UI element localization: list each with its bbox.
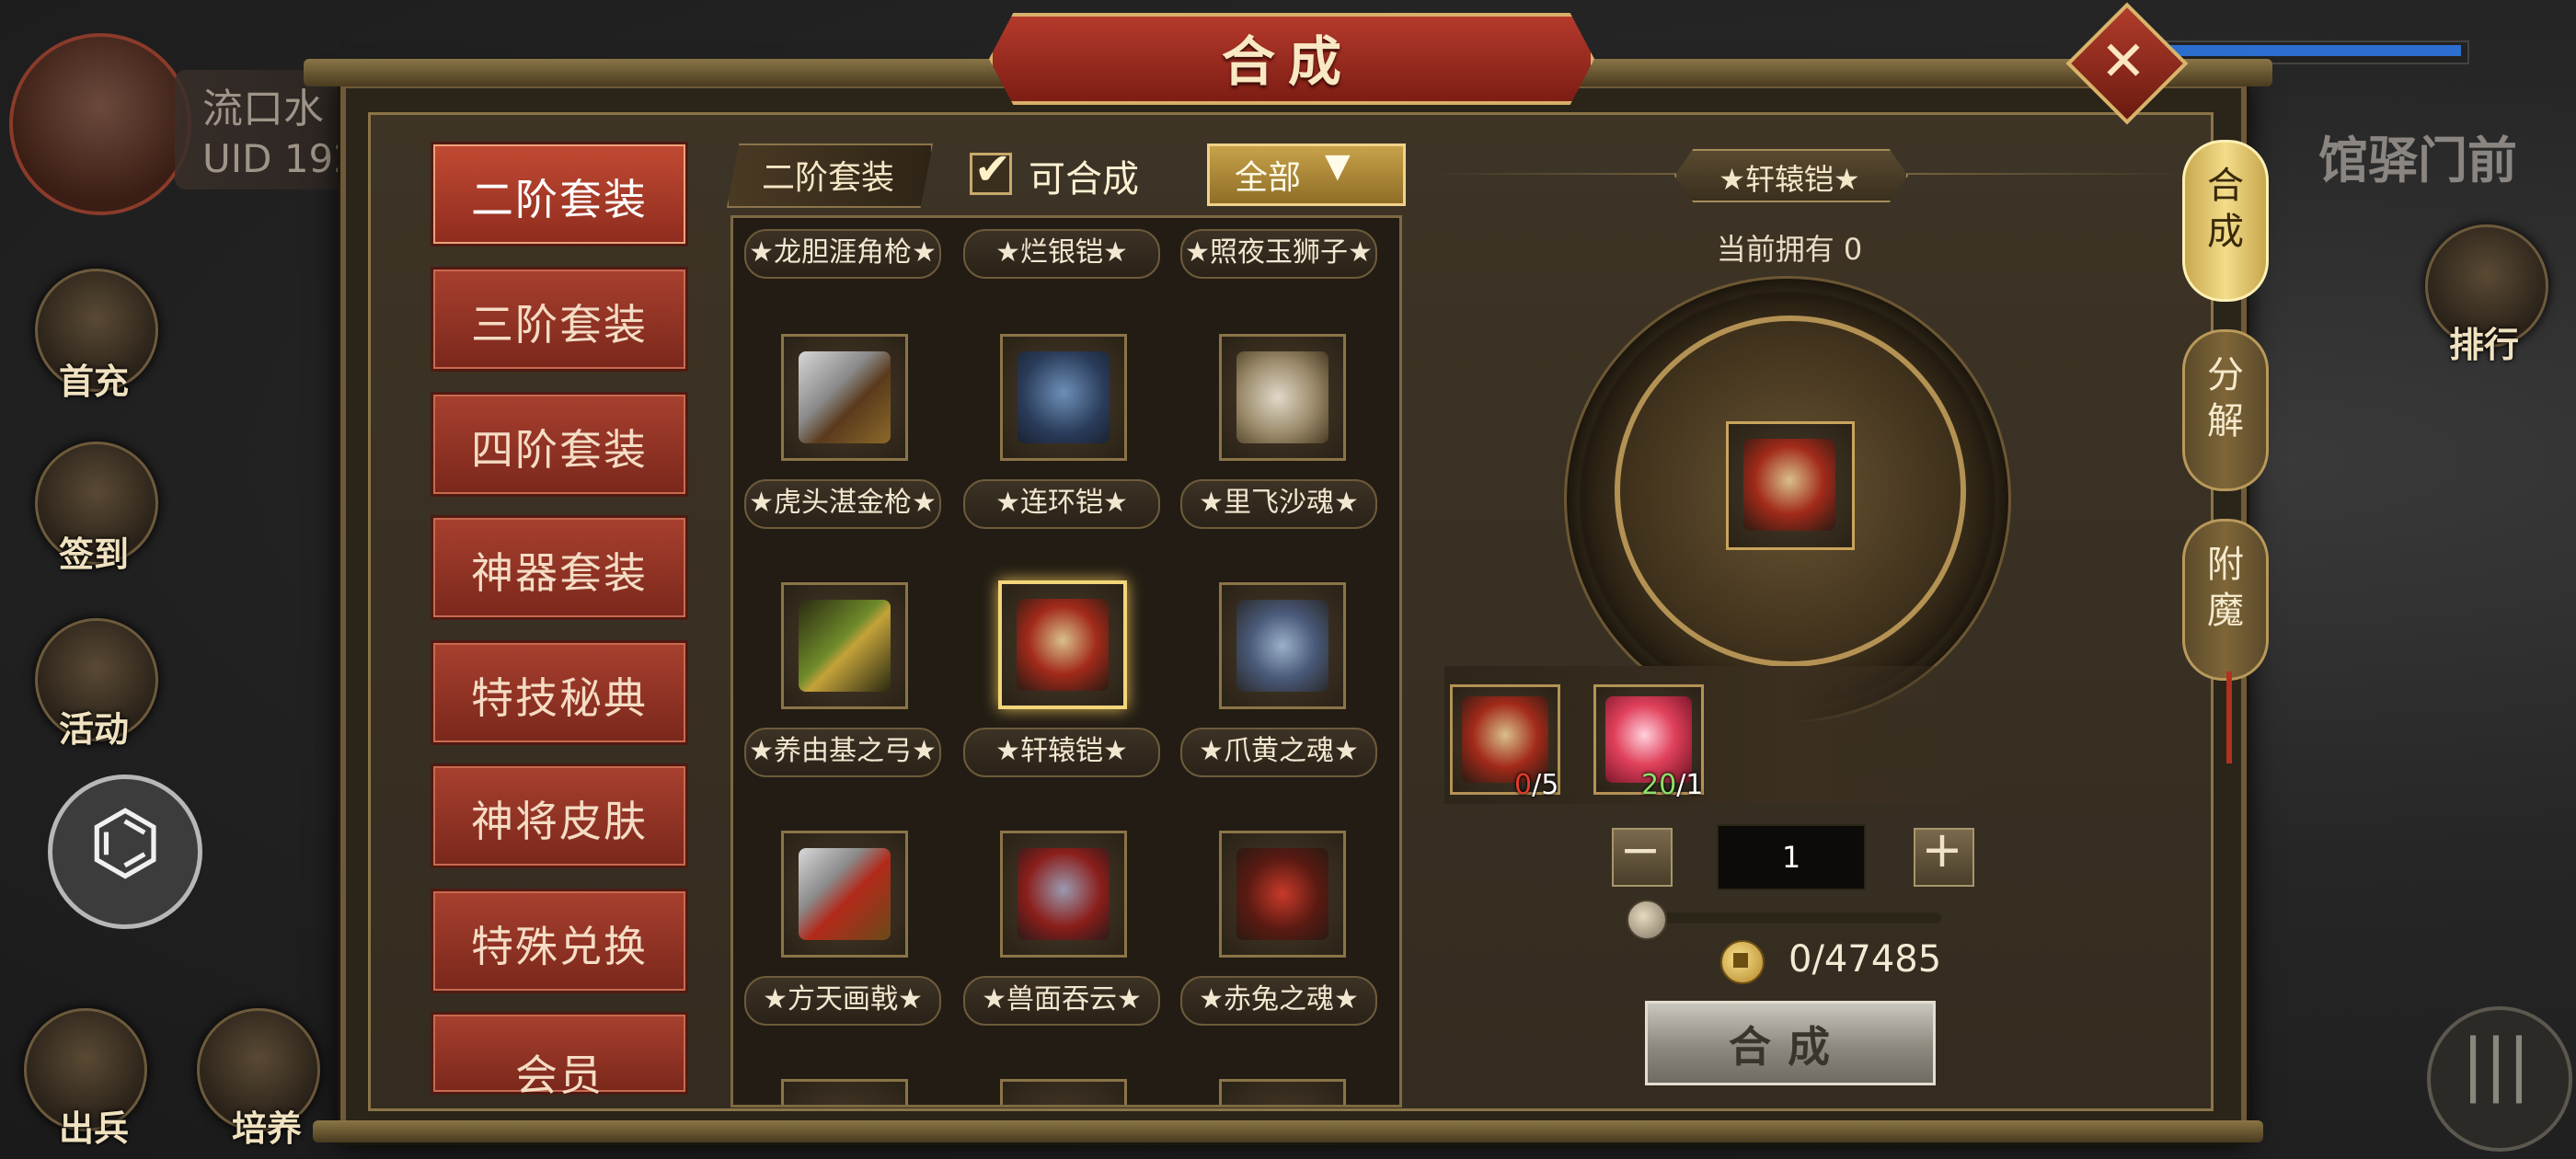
category-label: 会员 — [515, 1050, 604, 1100]
item-slot[interactable] — [1000, 1079, 1127, 1105]
minus-icon[interactable]: − — [1612, 820, 1669, 878]
side-tab-text: 附魔 — [2207, 544, 2244, 632]
plus-icon[interactable]: + — [1914, 820, 1971, 878]
close-icon[interactable]: ✕ — [2084, 24, 2163, 103]
item-name-label[interactable]: ★龙胆涯角枪★ — [744, 229, 941, 279]
item-name-label[interactable]: ★赤兔之魂★ — [1180, 976, 1377, 1026]
category-vip[interactable]: 会员 — [431, 1012, 688, 1100]
item-name-label[interactable]: ★养由基之弓★ — [744, 728, 941, 777]
dialog-title: 合成 — [1221, 30, 1354, 93]
category-special-exchange[interactable]: 特殊兑换 — [431, 889, 688, 993]
material-have: 0 — [1514, 769, 1533, 801]
item-slot[interactable] — [1219, 582, 1346, 709]
side-tab-text: 分解 — [2207, 354, 2244, 442]
armor-icon — [1018, 848, 1110, 940]
chevron-down-icon[interactable]: ▼ — [1325, 147, 1351, 185]
horse-icon — [1236, 848, 1328, 940]
side-tab-text: 合成 — [2207, 165, 2244, 253]
category-label: 四阶套装 — [471, 425, 648, 475]
category-general-skin[interactable]: 神将皮肤 — [431, 763, 688, 868]
item-slot[interactable] — [781, 582, 908, 709]
material-count: 0/5 — [1514, 769, 1558, 801]
cube-icon: ⌬ — [87, 793, 163, 891]
quantity-input[interactable]: 1 — [1717, 824, 1866, 890]
hud-label-checkin: 签到 — [58, 534, 129, 575]
category-artifact-set[interactable]: 神器套装 — [431, 515, 688, 620]
material-count: 20/1 — [1641, 769, 1703, 801]
side-tab-synthesis[interactable]: 合成 — [2182, 140, 2269, 302]
top-progress-fill — [2157, 45, 2461, 56]
hud-label-first-recharge: 首充 — [58, 361, 129, 402]
item-slot[interactable] — [781, 831, 908, 958]
item-name-label[interactable]: ★连环铠★ — [963, 479, 1160, 529]
category-label: 神将皮肤 — [471, 797, 648, 846]
item-name-label[interactable]: ★轩辕铠★ — [963, 728, 1160, 777]
item-slot-selected[interactable] — [998, 580, 1127, 709]
item-slot[interactable] — [1000, 334, 1127, 461]
item-slot[interactable] — [1000, 831, 1127, 958]
item-slot[interactable] — [781, 1079, 908, 1105]
bow-icon — [799, 600, 891, 692]
armor-icon — [1018, 351, 1110, 443]
armor-icon — [1017, 599, 1109, 691]
item-name-label[interactable]: ★爪黄之魂★ — [1180, 728, 1377, 777]
craft-button-label[interactable]: 合成 — [1645, 1014, 1930, 1074]
horse-icon — [1236, 600, 1328, 692]
dialog-bottom-rail — [313, 1120, 2263, 1142]
item-name-label[interactable]: ★方天画戟★ — [744, 976, 941, 1026]
hud-label-deploy: 出兵 — [58, 1108, 129, 1149]
side-tab-decompose[interactable]: 分解 — [2182, 329, 2269, 491]
item-slot[interactable] — [1219, 1079, 1346, 1105]
item-name-label[interactable]: ★兽面吞云★ — [963, 976, 1160, 1026]
category-skill-book[interactable]: 特技秘典 — [431, 640, 688, 745]
hud-label-ranking: 排行 — [2448, 325, 2519, 365]
category-label: 特技秘典 — [471, 673, 648, 723]
quantity-slider-handle[interactable] — [1627, 900, 1667, 940]
item-slot[interactable] — [1219, 334, 1346, 461]
category-label: 二阶套装 — [471, 175, 648, 224]
armor-icon — [1743, 439, 1835, 531]
side-tab-label: 分解 — [2185, 352, 2266, 444]
craftable-checkbox-label[interactable]: 可合成 — [1029, 149, 1139, 202]
check-icon[interactable]: ✔ — [970, 143, 1016, 195]
halberd-icon — [799, 848, 891, 940]
item-name-label[interactable]: ★烂银铠★ — [963, 229, 1160, 279]
item-name-label[interactable]: ★里飞沙魂★ — [1180, 479, 1377, 529]
item-slot[interactable] — [1219, 831, 1346, 958]
category-tier4-set[interactable]: 四阶套装 — [431, 392, 688, 497]
item-name-label[interactable]: ★照夜玉狮子★ — [1180, 229, 1377, 279]
side-tab-label: 附魔 — [2185, 542, 2266, 634]
side-tab-label: 合成 — [2185, 163, 2266, 255]
category-tier3-set[interactable]: 三阶套装 — [431, 267, 688, 372]
category-label: 神器套装 — [471, 548, 648, 598]
player-avatar[interactable] — [9, 33, 191, 215]
synthesis-cost: 0/47485 — [1788, 938, 1942, 981]
result-item-slot[interactable] — [1726, 421, 1855, 550]
quantity-slider-track[interactable] — [1641, 912, 1941, 924]
item-slot[interactable] — [781, 334, 908, 461]
material-need: /1 — [1676, 769, 1704, 801]
coin-icon-hole — [1733, 953, 1748, 968]
category-label: 三阶套装 — [471, 300, 648, 350]
selected-item-title: ★轩辕铠★ — [1719, 162, 1860, 197]
map-location-title: 馆驿门前 — [2318, 132, 2517, 189]
menu-icon: ||| — [2461, 1025, 2531, 1104]
category-tier2-set[interactable]: 二阶套装 — [431, 142, 688, 247]
side-tab-enchant[interactable]: 附魔 — [2182, 519, 2269, 681]
hud-label-activity: 活动 — [58, 709, 129, 750]
item-name-label[interactable]: ★虎头湛金枪★ — [744, 479, 941, 529]
material-have: 20 — [1641, 769, 1677, 801]
tier-filter-label: 二阶套装 — [761, 159, 894, 197]
spear-icon — [799, 351, 891, 443]
tab-tassel — [2226, 671, 2232, 763]
filter-dropdown-value[interactable]: 全部 — [1235, 151, 1301, 199]
category-label: 特殊兑换 — [471, 922, 648, 971]
horse-icon — [1236, 351, 1328, 443]
owned-count: 当前拥有 0 — [1716, 232, 1863, 267]
material-need: /5 — [1532, 769, 1559, 801]
item-grid[interactable]: ★龙胆涯角枪★ ★烂银铠★ ★照夜玉狮子★ ★虎头湛金枪★ ★连环铠★ ★里飞沙… — [730, 215, 1402, 1107]
